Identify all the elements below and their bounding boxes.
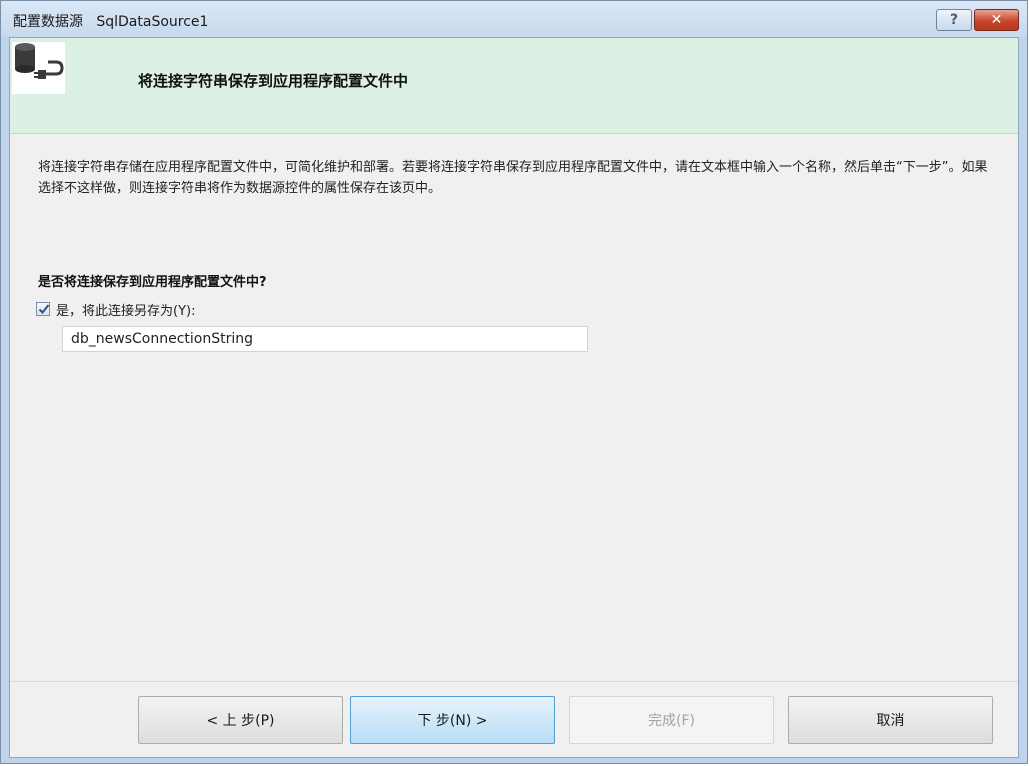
close-button[interactable]: ✕ bbox=[974, 9, 1019, 31]
cancel-button[interactable]: 取消 bbox=[788, 696, 993, 744]
close-icon: ✕ bbox=[990, 12, 1003, 28]
database-connection-icon bbox=[12, 42, 65, 94]
save-question-heading: 是否将连接保存到应用程序配置文件中? bbox=[38, 275, 267, 290]
save-connection-option[interactable]: 是，将此连接另存为(Y): bbox=[36, 300, 196, 319]
dialog-window: 配置数据源 SqlDataSource1 ? ✕ 将连接字符串保存到应用程序配置… bbox=[0, 0, 1028, 764]
checkmark-icon bbox=[38, 304, 50, 314]
next-button[interactable]: 下 步(N) > bbox=[350, 696, 555, 744]
back-button[interactable]: < 上 步(P) bbox=[138, 696, 343, 744]
save-connection-label: 是，将此连接另存为(Y): bbox=[56, 303, 196, 319]
finish-button[interactable]: 完成(F) bbox=[569, 696, 774, 744]
title-bar[interactable]: 配置数据源 SqlDataSource1 ? ✕ bbox=[1, 1, 1027, 37]
wizard-header: 将连接字符串保存到应用程序配置文件中 bbox=[10, 38, 1018, 134]
footer-divider bbox=[10, 681, 1018, 682]
description-text: 将连接字符串存储在应用程序配置文件中，可简化维护和部署。若要将连接字符串保存到应… bbox=[38, 160, 988, 196]
page-title: 将连接字符串保存到应用程序配置文件中 bbox=[138, 72, 409, 90]
help-button[interactable]: ? bbox=[936, 9, 972, 31]
connection-name-input[interactable]: db_newsConnectionString bbox=[62, 326, 588, 352]
help-icon: ? bbox=[949, 12, 959, 28]
save-connection-checkbox[interactable] bbox=[36, 302, 50, 316]
wizard-body: 将连接字符串保存到应用程序配置文件中 将连接字符串存储在应用程序配置文件中，可简… bbox=[9, 37, 1019, 758]
window-title: 配置数据源 SqlDataSource1 bbox=[13, 14, 209, 30]
